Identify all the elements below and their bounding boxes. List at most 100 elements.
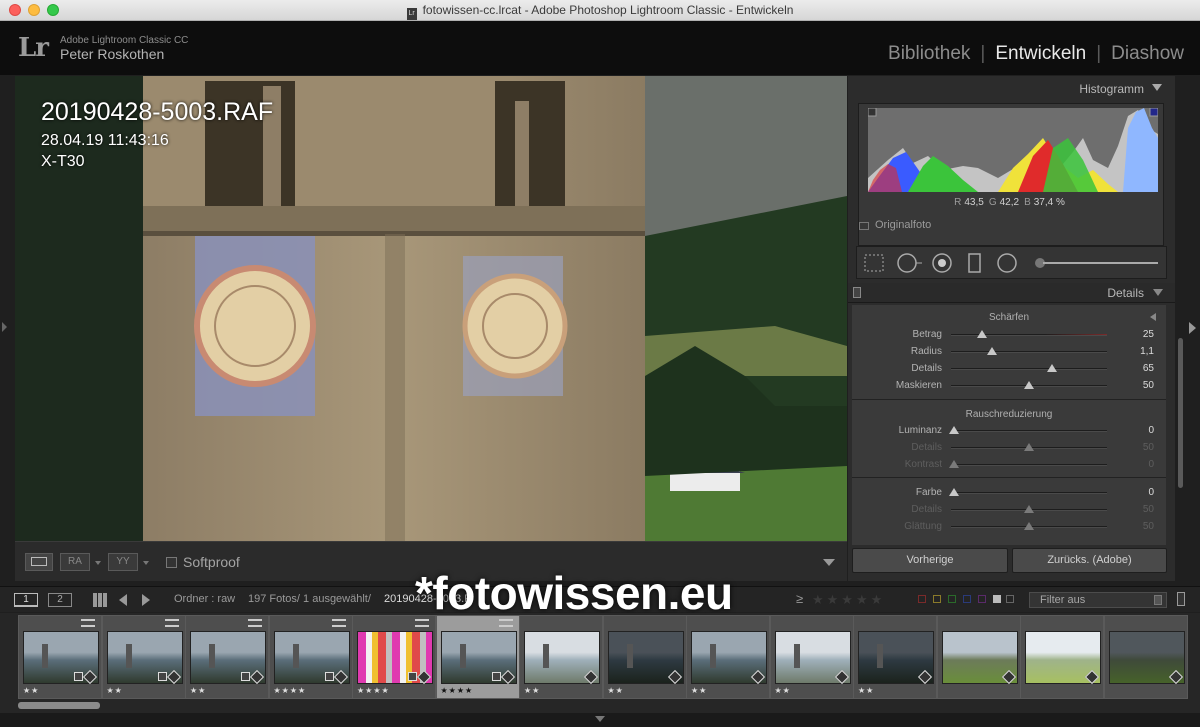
softproof-checkbox[interactable] bbox=[166, 557, 177, 568]
sharpening-preview-toggle-icon[interactable] bbox=[1150, 313, 1156, 321]
filmstrip-thumbnail[interactable]: ★★ bbox=[18, 615, 102, 699]
slider-value[interactable]: 50 bbox=[1114, 380, 1154, 391]
filmstrip-thumbnail[interactable]: ★★★★ bbox=[352, 615, 436, 699]
slider-thumb[interactable] bbox=[949, 426, 960, 434]
rating-filter-stars[interactable]: ★★★★★ bbox=[812, 592, 885, 608]
module-bibliothek[interactable]: Bibliothek bbox=[888, 43, 970, 65]
slider-value[interactable]: 50 bbox=[1114, 504, 1154, 515]
stack-menu-icon[interactable] bbox=[81, 619, 95, 627]
stack-menu-icon[interactable] bbox=[331, 619, 346, 627]
slider-thumb[interactable] bbox=[986, 347, 997, 355]
develop-settings-badge-icon[interactable] bbox=[408, 672, 417, 681]
slider-value[interactable]: 25 bbox=[1114, 329, 1154, 340]
color-filter-purple-icon[interactable] bbox=[978, 595, 986, 603]
filmstrip-thumbnail[interactable] bbox=[936, 615, 1021, 699]
panel-switch-icon[interactable] bbox=[853, 287, 861, 298]
filter-comparison[interactable]: ≥ bbox=[796, 591, 803, 606]
radial-filter-tool-icon[interactable] bbox=[997, 253, 1017, 273]
filmstrip-thumbnail[interactable]: ★★ bbox=[602, 615, 687, 699]
adjustment-brush-tool-icon[interactable] bbox=[1035, 258, 1158, 268]
filter-dropdown[interactable]: Filter aus bbox=[1029, 592, 1167, 608]
color-filter-green-icon[interactable] bbox=[948, 595, 956, 603]
grid-view-icon[interactable] bbox=[93, 593, 107, 607]
second-window-button[interactable]: 2 bbox=[48, 593, 72, 607]
slider-value[interactable]: 0 bbox=[1114, 487, 1154, 498]
slider-track[interactable] bbox=[951, 443, 1107, 451]
histogram-collapse-icon[interactable] bbox=[1152, 84, 1162, 91]
chevron-down-icon[interactable] bbox=[143, 561, 149, 565]
slider-value[interactable]: 65 bbox=[1114, 363, 1154, 374]
slider-track[interactable] bbox=[949, 426, 1107, 434]
slider-thumb[interactable] bbox=[949, 460, 960, 468]
filmstrip-thumbnail[interactable]: ★★ bbox=[853, 615, 937, 699]
slider-track[interactable] bbox=[951, 330, 1107, 338]
left-panel-toggle-icon[interactable] bbox=[2, 322, 7, 332]
yy-compare-button[interactable]: YY bbox=[108, 553, 138, 571]
color-filter-yellow-icon[interactable] bbox=[933, 595, 941, 603]
filmstrip-thumbnail[interactable]: ★★★★ bbox=[435, 615, 520, 699]
slider-track[interactable] bbox=[949, 488, 1107, 496]
loupe-view-button[interactable] bbox=[25, 553, 53, 571]
scrollbar-thumb[interactable] bbox=[1178, 338, 1183, 488]
slider-thumb[interactable] bbox=[1024, 381, 1034, 389]
slider-thumb[interactable] bbox=[1047, 364, 1058, 372]
filmstrip-thumbnail[interactable]: ★★★★ bbox=[268, 615, 353, 699]
stack-menu-icon[interactable] bbox=[164, 619, 179, 627]
bottom-panel-toggle-icon[interactable] bbox=[595, 716, 605, 722]
develop-settings-badge-icon[interactable] bbox=[241, 672, 250, 681]
red-eye-tool-icon[interactable] bbox=[932, 253, 952, 273]
develop-settings-badge-icon[interactable] bbox=[491, 672, 501, 681]
slider-thumb[interactable] bbox=[1024, 522, 1034, 530]
details-collapse-icon[interactable] bbox=[1153, 289, 1163, 296]
color-label-filter[interactable] bbox=[918, 595, 1014, 605]
details-panel-header[interactable]: Details bbox=[848, 283, 1175, 303]
previous-button[interactable]: Vorherige bbox=[852, 548, 1008, 573]
slider-value[interactable]: 1,1 bbox=[1114, 346, 1154, 357]
filter-lock-icon[interactable] bbox=[1177, 592, 1185, 606]
develop-settings-badge-icon[interactable] bbox=[74, 672, 83, 681]
slider-thumb[interactable] bbox=[949, 488, 960, 496]
slider-track[interactable] bbox=[951, 522, 1107, 530]
slider-track[interactable] bbox=[951, 347, 1107, 355]
spot-removal-tool-icon[interactable] bbox=[897, 253, 922, 273]
toolbar-menu-arrow-icon[interactable] bbox=[823, 559, 835, 566]
chevron-down-icon[interactable] bbox=[95, 561, 101, 565]
back-arrow-icon[interactable] bbox=[119, 594, 127, 606]
slider-thumb[interactable] bbox=[977, 330, 988, 338]
slider-track[interactable] bbox=[951, 505, 1107, 513]
slider-value[interactable]: 0 bbox=[1114, 425, 1154, 436]
slider-value[interactable]: 50 bbox=[1114, 442, 1154, 453]
slider-value[interactable]: 50 bbox=[1114, 521, 1154, 532]
right-panel-toggle-icon[interactable] bbox=[1189, 322, 1196, 334]
flag-filter-icon[interactable] bbox=[918, 595, 926, 603]
slider-thumb[interactable] bbox=[1024, 443, 1034, 451]
filmstrip-scrollbar[interactable] bbox=[18, 702, 100, 709]
filmstrip-thumbnail[interactable]: ★★ bbox=[519, 615, 603, 699]
main-window-button[interactable]: 1 bbox=[14, 593, 38, 607]
stack-menu-icon[interactable] bbox=[498, 619, 513, 627]
module-diashow[interactable]: Diashow bbox=[1111, 43, 1184, 65]
slider-track[interactable] bbox=[951, 381, 1107, 389]
filmstrip-thumbnail[interactable] bbox=[1020, 615, 1104, 699]
loupe-view[interactable]: 20190428-5003.RAF 28.04.19 11:43:16 X-T3… bbox=[15, 76, 847, 541]
graduated-filter-tool-icon[interactable] bbox=[968, 253, 981, 273]
histogram-graph[interactable] bbox=[868, 108, 1158, 192]
folder-label[interactable]: Ordner : raw bbox=[174, 593, 235, 605]
original-photo-icon[interactable] bbox=[859, 222, 869, 230]
reset-button[interactable]: Zurücks. (Adobe) bbox=[1012, 548, 1167, 573]
slider-value[interactable]: 0 bbox=[1114, 459, 1154, 470]
filmstrip-thumbnail[interactable] bbox=[1103, 615, 1188, 699]
slider-track[interactable] bbox=[951, 364, 1107, 372]
module-entwickeln[interactable]: Entwickeln bbox=[995, 43, 1086, 65]
color-filter-blue-icon[interactable] bbox=[963, 595, 971, 603]
crop-tool-icon[interactable] bbox=[864, 254, 884, 272]
filmstrip-thumbnail[interactable]: ★★ bbox=[686, 615, 770, 699]
ra-compare-button[interactable]: RA bbox=[60, 553, 90, 571]
filmstrip-thumbnail[interactable]: ★★ bbox=[769, 615, 854, 699]
stack-menu-icon[interactable] bbox=[415, 619, 429, 627]
filmstrip-thumbnail[interactable]: ★★ bbox=[185, 615, 269, 699]
slider-track[interactable] bbox=[949, 460, 1107, 468]
filmstrip-thumbnail[interactable]: ★★ bbox=[101, 615, 186, 699]
stack-menu-icon[interactable] bbox=[248, 619, 262, 627]
develop-settings-badge-icon[interactable] bbox=[157, 672, 167, 681]
